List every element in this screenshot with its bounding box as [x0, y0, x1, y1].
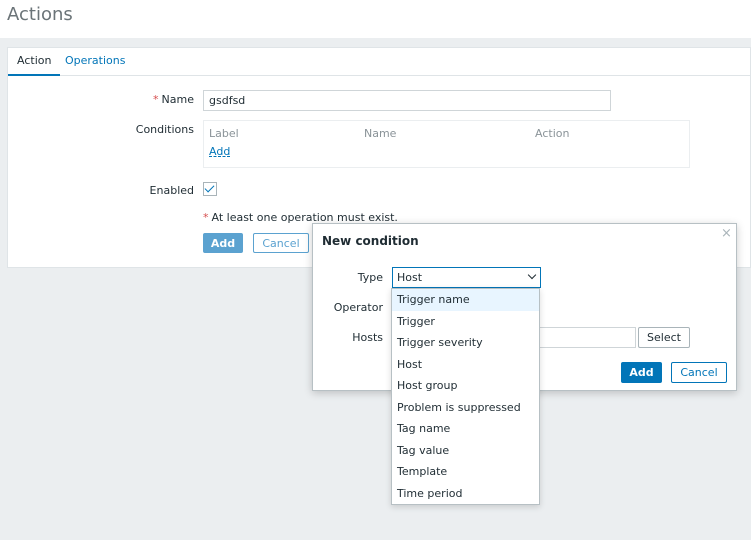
name-input[interactable]	[203, 90, 611, 111]
dropdown-option[interactable]: Template	[392, 461, 539, 483]
add-action-button[interactable]: Add	[203, 233, 243, 253]
dropdown-option[interactable]: Time period	[392, 483, 539, 505]
conditions-header-label: Label	[209, 127, 239, 140]
conditions-label: Conditions	[135, 123, 194, 136]
page-title: Actions	[7, 4, 73, 25]
dialog-title: New condition	[322, 234, 419, 248]
page-header: Actions	[0, 0, 751, 38]
enabled-checkbox[interactable]	[203, 182, 217, 196]
hosts-label: Hosts	[352, 331, 383, 344]
conditions-header-name: Name	[364, 127, 397, 140]
add-condition-button[interactable]: Add	[621, 362, 662, 383]
dropdown-option[interactable]: Trigger name	[392, 289, 539, 311]
conditions-table: Label Name Action Add	[203, 120, 690, 168]
tab-operations[interactable]: Operations	[56, 48, 134, 76]
close-icon[interactable]: ×	[721, 226, 732, 241]
hosts-input[interactable]	[539, 327, 636, 348]
select-hosts-button[interactable]: Select	[638, 327, 690, 348]
dropdown-option[interactable]: Problem is suppressed	[392, 397, 539, 419]
dropdown-option[interactable]: Trigger	[392, 311, 539, 333]
name-label: * Name	[8, 93, 194, 106]
dropdown-option[interactable]: Host	[392, 354, 539, 376]
chevron-down-icon	[527, 270, 537, 280]
type-label: Type	[357, 271, 383, 284]
enabled-label: Enabled	[149, 184, 194, 197]
add-condition-link[interactable]: Add	[209, 145, 230, 158]
conditions-header-action: Action	[535, 127, 570, 140]
type-dropdown-list: Trigger name Trigger Trigger severity Ho…	[391, 288, 540, 505]
tab-action[interactable]: Action	[8, 48, 61, 76]
name-label-text: Name	[161, 93, 194, 106]
dropdown-option[interactable]: Tag name	[392, 418, 539, 440]
dropdown-option[interactable]: Tag value	[392, 440, 539, 462]
cancel-condition-button[interactable]: Cancel	[671, 362, 727, 383]
type-select[interactable]: Host	[392, 267, 541, 288]
type-select-value: Host	[397, 271, 423, 284]
warning-asterisk: *	[203, 211, 209, 224]
dropdown-option[interactable]: Trigger severity	[392, 332, 539, 354]
tab-bar: Action Operations	[8, 48, 750, 76]
cancel-action-button[interactable]: Cancel	[253, 233, 309, 253]
dropdown-option[interactable]: Host group	[392, 375, 539, 397]
required-asterisk: *	[153, 93, 159, 106]
operator-label: Operator	[333, 301, 383, 314]
